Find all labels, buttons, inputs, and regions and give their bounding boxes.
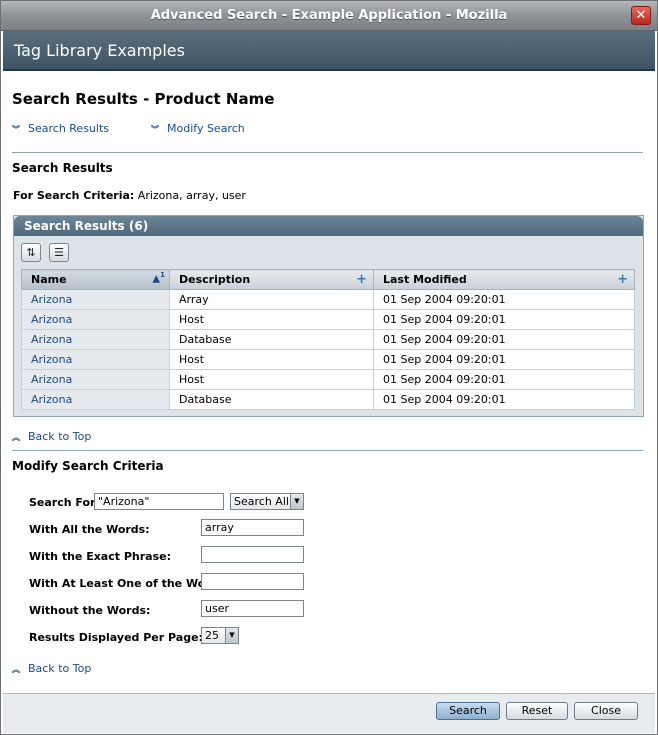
chevron-down-icon: ︾ (12, 125, 20, 134)
all-words-label: With All the Words: (29, 523, 150, 536)
preferences-button[interactable]: ☰ (49, 243, 69, 262)
search-button[interactable]: Search (436, 702, 500, 720)
close-button[interactable]: Close (574, 702, 638, 720)
name-link[interactable]: Arizona (21, 289, 170, 310)
column-header-description[interactable]: Description + (169, 269, 374, 290)
name-link[interactable]: Arizona (21, 329, 170, 350)
at-least-one-input[interactable] (201, 573, 304, 590)
chevron-up-icon: ︽ (12, 433, 20, 442)
description-cell: Database (169, 389, 374, 410)
divider (12, 152, 643, 153)
without-words-label: Without the Words: (29, 604, 151, 617)
plus-icon[interactable]: + (356, 272, 367, 287)
app-title: Tag Library Examples (14, 41, 185, 60)
app-masthead: Tag Library Examples (3, 31, 655, 71)
search-for-input[interactable]: "Arizona" (94, 493, 224, 510)
modified-cell: 01 Sep 2004 09:20:01 (373, 389, 635, 410)
table-row: Arizona Host 01 Sep 2004 09:20:01 (21, 309, 635, 330)
modified-cell: 01 Sep 2004 09:20:01 (373, 329, 635, 350)
description-cell: Host (169, 349, 374, 370)
column-header-name[interactable]: Name ▲1 (21, 269, 170, 290)
criteria-label: For Search Criteria: (13, 189, 135, 202)
name-link[interactable]: Arizona (21, 349, 170, 370)
description-cell: Array (169, 289, 374, 310)
jump-link-search-results[interactable]: ︾ Search Results (12, 122, 109, 135)
results-table: Name ▲1 Description + Last Modified + Ar… (21, 269, 635, 410)
per-page-select[interactable]: 25 ▼ (201, 627, 239, 644)
dropdown-arrow-icon: ▼ (290, 494, 303, 509)
all-words-input[interactable]: array (201, 519, 304, 536)
table-title: Search Results (6) (24, 219, 149, 233)
table-title-bar: Search Results (6) (14, 216, 643, 236)
back-to-top-link[interactable]: ︽ Back to Top (12, 430, 91, 443)
modified-cell: 01 Sep 2004 09:20:01 (373, 289, 635, 310)
list-icon: ☰ (54, 246, 64, 259)
chevron-down-icon: ︾ (151, 125, 159, 134)
table-row: Arizona Array 01 Sep 2004 09:20:01 (21, 289, 635, 310)
table-row: Arizona Host 01 Sep 2004 09:20:01 (21, 349, 635, 370)
dropdown-arrow-icon: ▼ (225, 628, 238, 643)
back-to-top-link-bottom[interactable]: ︽ Back to Top (12, 662, 91, 675)
chevron-up-icon: ︽ (12, 665, 20, 674)
criteria-value: Arizona, array, user (137, 189, 246, 202)
modified-cell: 01 Sep 2004 09:20:01 (373, 349, 635, 370)
table-row: Arizona Database 01 Sep 2004 09:20:01 (21, 389, 635, 410)
page-title: Search Results - Product Name (12, 90, 275, 108)
column-header-last-modified[interactable]: Last Modified + (373, 269, 635, 290)
page-content: Search Results - Product Name ︾ Search Re… (3, 73, 655, 691)
divider (12, 450, 643, 451)
name-link[interactable]: Arizona (21, 389, 170, 410)
sort-ascending-icon[interactable]: ▲1 (152, 271, 165, 284)
sort-order-button[interactable]: ⇅ (21, 243, 41, 262)
search-scope-select[interactable]: Search All ▼ (230, 493, 304, 510)
table-row: Arizona Database 01 Sep 2004 09:20:01 (21, 329, 635, 350)
modified-cell: 01 Sep 2004 09:20:01 (373, 369, 635, 390)
exact-phrase-input[interactable] (201, 546, 304, 563)
exact-phrase-label: With the Exact Phrase: (29, 550, 171, 563)
title-bar: Advanced Search - Example Application - … (1, 1, 657, 31)
window-title: Advanced Search - Example Application - … (150, 8, 508, 23)
table-row: Arizona Host 01 Sep 2004 09:20:01 (21, 369, 635, 390)
per-page-label: Results Displayed Per Page: (29, 631, 203, 644)
modify-section-title: Modify Search Criteria (12, 459, 164, 473)
jump-link-modify-search[interactable]: ︾ Modify Search (151, 122, 245, 135)
description-cell: Host (169, 309, 374, 330)
name-link[interactable]: Arizona (21, 369, 170, 390)
without-words-input[interactable]: user (201, 600, 304, 617)
name-link[interactable]: Arizona (21, 309, 170, 330)
search-for-label: Search For: (29, 496, 100, 509)
results-section-title: Search Results (12, 161, 113, 175)
description-cell: Host (169, 369, 374, 390)
close-window-icon[interactable]: ✕ (631, 6, 651, 25)
search-criteria: For Search Criteria: Arizona, array, use… (13, 189, 246, 202)
reset-button[interactable]: Reset (506, 702, 568, 720)
results-table-panel: Search Results (6) ⇅ ☰ Name ▲1 Descripti (13, 215, 644, 417)
button-footer: Search Reset Close (3, 693, 655, 733)
browser-window: Advanced Search - Example Application - … (0, 0, 658, 735)
sort-arrows-icon: ⇅ (26, 246, 36, 259)
modified-cell: 01 Sep 2004 09:20:01 (373, 309, 635, 330)
description-cell: Database (169, 329, 374, 350)
plus-icon[interactable]: + (617, 272, 628, 287)
at-least-one-label: With At Least One of the Words: (29, 577, 230, 590)
